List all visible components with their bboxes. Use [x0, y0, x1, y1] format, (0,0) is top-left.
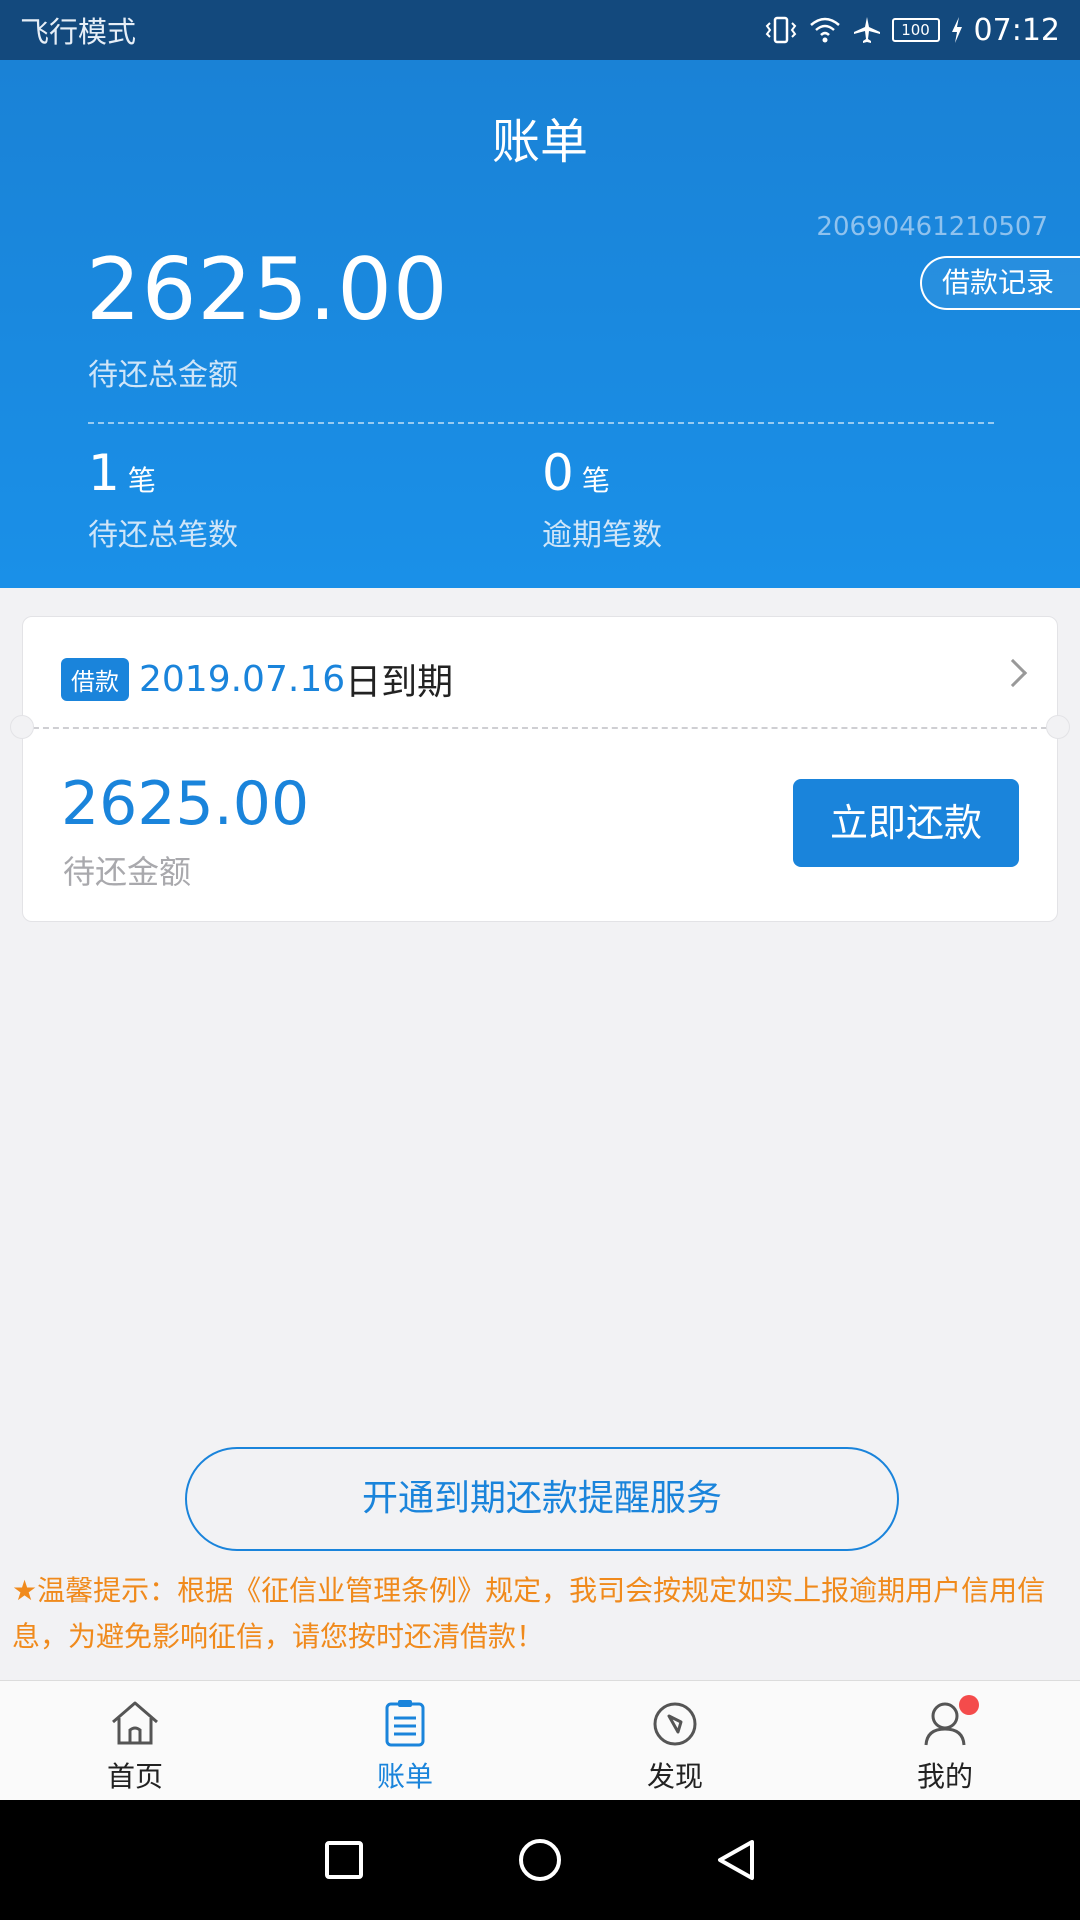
wifi-icon: [809, 17, 840, 43]
home-icon: [112, 1701, 158, 1745]
loan-records-button[interactable]: 借款记录: [920, 256, 1080, 310]
divider: [88, 422, 994, 424]
overdue-count-label: 逾期笔数: [542, 518, 662, 553]
credit-warning-tip: ★温馨提示：根据《征信业管理条例》规定，我司会按规定如实上报逾期用户信用信息，为…: [12, 1574, 1046, 1653]
account-number: 20690461210507: [816, 212, 1048, 242]
pending-count-label: 待还总笔数: [88, 518, 238, 553]
loan-badge: 借款: [61, 657, 129, 701]
total-outstanding-amount: 2625.00: [86, 240, 449, 340]
bill-summary-header: 账单 20690461210507 借款记录 2625.00 待还总金额 1笔 …: [0, 60, 1080, 588]
airplane-icon: [853, 17, 880, 43]
due-date-suffix: 日到期: [345, 662, 454, 703]
home-nav-icon[interactable]: [516, 1836, 564, 1884]
charging-icon: [951, 17, 962, 43]
bill-card-header[interactable]: 借款 2019.07.16 日到期: [61, 653, 453, 705]
card-divider: [23, 727, 1057, 729]
bill-card[interactable]: 借款 2019.07.16 日到期 2625.00 待还金额 立即还款: [10, 616, 1070, 922]
bill-amount: 2625.00: [61, 769, 310, 839]
tab-mine[interactable]: 我的: [810, 1681, 1080, 1800]
battery-icon: 100: [891, 18, 940, 42]
status-icons: 100 07:12: [764, 13, 1060, 48]
vibrate-icon: [765, 16, 796, 44]
tab-discover[interactable]: 发现: [540, 1681, 810, 1800]
bill-amount-label: 待还金额: [63, 853, 192, 891]
pending-count-value: 1: [88, 444, 120, 502]
card-notch: [1046, 715, 1070, 739]
total-outstanding-label: 待还总金额: [88, 358, 238, 393]
back-icon[interactable]: [714, 1836, 758, 1884]
bill-icon: [385, 1700, 425, 1747]
recent-apps-icon[interactable]: [322, 1838, 366, 1882]
tab-label: 我的: [916, 1760, 973, 1793]
bottom-tab-bar: 首页 账单 发现 我的: [0, 1680, 1080, 1800]
clock: 07:12: [973, 12, 1060, 48]
overdue-count-stat: 0笔 逾期笔数: [542, 444, 662, 554]
chevron-right-icon[interactable]: [998, 658, 1028, 688]
enable-reminder-button[interactable]: 开通到期还款提醒服务: [185, 1447, 899, 1551]
overdue-count-value: 0: [542, 444, 574, 502]
overdue-count-unit: 笔: [581, 464, 610, 497]
tab-home[interactable]: 首页: [0, 1681, 270, 1800]
tab-label: 首页: [106, 1760, 163, 1793]
notification-dot: [959, 1695, 979, 1715]
pending-count-stat: 1笔 待还总笔数: [88, 444, 238, 554]
status-bar: 飞行模式 100 07:12: [0, 0, 1080, 60]
page-title: 账单: [491, 114, 588, 170]
system-nav-bar: [0, 1800, 1080, 1920]
card-notch: [10, 715, 34, 739]
airplane-mode-label: 飞行模式: [20, 15, 137, 49]
pending-count-unit: 笔: [127, 464, 156, 497]
tab-label: 发现: [646, 1760, 703, 1793]
tab-bill[interactable]: 账单: [270, 1681, 540, 1800]
tab-label: 账单: [376, 1760, 433, 1793]
due-date: 2019.07.16: [139, 658, 346, 700]
repay-now-button[interactable]: 立即还款: [793, 779, 1019, 867]
compass-icon: [653, 1702, 697, 1746]
